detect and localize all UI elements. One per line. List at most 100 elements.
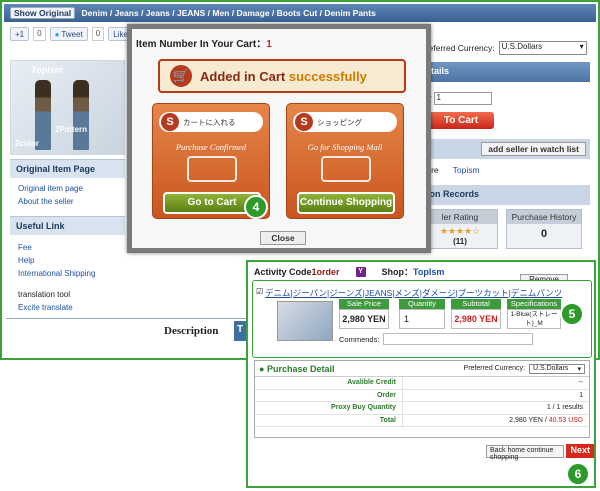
cart-icon: 🛒 bbox=[168, 63, 194, 89]
preferred-currency-label: Preferred Currency: bbox=[420, 43, 495, 53]
excite-translate-link[interactable]: Excite translate bbox=[10, 301, 125, 314]
about-seller-link[interactable]: About the seller bbox=[10, 195, 125, 208]
detail-key: Avalible Credit bbox=[255, 377, 403, 389]
cart-item-count: 1 bbox=[266, 39, 272, 50]
breadcrumb-path[interactable]: Denim / Jeans / Jeans / JEANS / Men / Da… bbox=[82, 8, 376, 18]
card-badge: S ショッピング bbox=[293, 112, 397, 132]
specifications-value: 1-Blue(ストレート)_M bbox=[507, 309, 561, 329]
original-item-page-link[interactable]: Original item page bbox=[10, 182, 125, 195]
dialog-title-text: Item Number In Your Cart： bbox=[136, 39, 267, 50]
international-shipping-link[interactable]: International Shipping bbox=[10, 267, 125, 280]
step-badge-6: 6 bbox=[566, 462, 590, 486]
comments-row: Commends: bbox=[339, 333, 534, 345]
transaction-records-bar: tion Records bbox=[420, 185, 590, 205]
quantity-input[interactable]: 1 bbox=[433, 91, 492, 105]
close-button[interactable]: Close bbox=[260, 231, 306, 245]
detail-currency-select[interactable]: U.S.Dollars ▾ bbox=[529, 363, 585, 374]
store-name-link[interactable]: Topism bbox=[453, 165, 480, 175]
subtotal-header: Subtotal bbox=[451, 299, 501, 309]
card-caption: Purchase Confirmed bbox=[175, 142, 247, 152]
added-success-ribbon: 🛒 Added in Cart successfully bbox=[158, 59, 406, 93]
check-circle-icon: ● bbox=[259, 363, 265, 374]
seller-rating-box: ler Rating ★★★★☆ (11) bbox=[422, 209, 498, 249]
detail-value: -- bbox=[578, 379, 583, 386]
detail-value: 2,980 YEN / 40.53 USD bbox=[403, 415, 589, 427]
specifications-header: Specifications bbox=[507, 299, 561, 309]
description-strip: Description T bbox=[6, 318, 286, 354]
detail-currency: Preferred Currency: U.S.Dollars ▾ bbox=[463, 363, 585, 374]
translation-tool-label: translation tool bbox=[18, 290, 71, 299]
tweet-button[interactable]: ● Tweet bbox=[49, 27, 88, 41]
activity-code-value: 1order bbox=[311, 266, 340, 277]
records-boxes: ler Rating ★★★★☆ (11) Purchase History 0 bbox=[420, 209, 590, 249]
seller-rating-header: ler Rating bbox=[423, 210, 497, 224]
quantity-row: tity 1 bbox=[420, 88, 590, 108]
shop-name-link[interactable]: TopIsm bbox=[413, 267, 444, 277]
purchase-history-value: 0 bbox=[540, 228, 548, 240]
product-image-brand: TopIsm bbox=[31, 65, 63, 75]
s-logo-icon: S bbox=[161, 113, 179, 131]
to-cart-button[interactable]: To Cart bbox=[428, 112, 494, 129]
card-badge: S カートに入れる bbox=[159, 112, 263, 132]
description-label: Description bbox=[164, 325, 219, 337]
purchase-detail-header: ● Purchase Detail Preferred Currency: U.… bbox=[255, 361, 589, 377]
currency-value: U.S.Dollars bbox=[501, 42, 543, 51]
left-column: TopIsm 2color 2Pattern Original Item Pag… bbox=[10, 60, 125, 314]
useful-link-header: Useful Link bbox=[10, 216, 125, 235]
social-bar: +1 0 ● Tweet 0 Like bbox=[10, 26, 133, 42]
back-home-button[interactable]: Back home continue shopping bbox=[486, 444, 565, 461]
seller-bar: o add seller in watch list bbox=[420, 139, 590, 159]
quantity-input[interactable]: 1 bbox=[399, 309, 445, 329]
comments-input[interactable] bbox=[383, 333, 534, 345]
next-button[interactable]: Next bbox=[566, 444, 594, 458]
breadcrumb: Show Original Denim / Jeans / Jeans / JE… bbox=[4, 4, 596, 22]
item-thumbnail[interactable] bbox=[277, 301, 333, 341]
model-figure bbox=[73, 80, 89, 150]
continue-shopping-button[interactable]: Continue Shopping bbox=[297, 192, 395, 214]
continue-shopping-card: S ショッピング Go for Shopping Mall Continue Sh… bbox=[286, 103, 404, 219]
cart-item: ☑ デニム|ジーパン|ジーンズ|JEANS|メンズ|ダメージ|ブーツカット|デニ… bbox=[252, 280, 592, 358]
tweet-count: 0 bbox=[91, 27, 105, 41]
dialog-title: Item Number In Your Cart：1 bbox=[136, 35, 272, 50]
cart-panel: Activity Code1order Y Shop：TopIsm Remove… bbox=[246, 260, 596, 488]
chevron-down-icon: ▾ bbox=[577, 365, 581, 373]
seller-rating-count: (11) bbox=[453, 237, 467, 246]
detail-key: Proxy Buy Quantity bbox=[255, 402, 403, 414]
ribbon-text-main: Added in Cart bbox=[200, 68, 289, 84]
detail-value: 1 bbox=[579, 391, 583, 399]
detail-currency-label: Preferred Currency: bbox=[463, 365, 525, 372]
detail-row: Order 1 bbox=[255, 389, 589, 402]
currency-row: Preferred Currency: U.S.Dollars ▾ bbox=[420, 40, 590, 56]
step-badge-4: 4 bbox=[244, 195, 268, 219]
shop-info: Shop：TopIsm bbox=[382, 265, 445, 278]
gplus-button[interactable]: +1 bbox=[10, 27, 30, 41]
shopping-bags-icon bbox=[321, 156, 371, 182]
total-usd: 40.53 USD bbox=[548, 416, 583, 424]
product-image[interactable]: TopIsm 2color 2Pattern bbox=[10, 60, 125, 155]
bottom-actions: Back home continue shopping Next bbox=[486, 444, 594, 461]
store-row: tore Topism bbox=[420, 159, 590, 181]
item-checkbox[interactable]: ☑ bbox=[256, 287, 263, 296]
purchase-detail-title: ● Purchase Detail bbox=[259, 364, 334, 374]
rating-stars-icon: ★★★★☆ bbox=[439, 226, 481, 236]
added-to-cart-dialog: Item Number In Your Cart：1 🛒 Added in Ca… bbox=[127, 24, 431, 253]
currency-select[interactable]: U.S.Dollars ▾ bbox=[498, 41, 587, 55]
add-seller-watchlist-button[interactable]: add seller in watch list bbox=[481, 142, 586, 156]
item-title-link[interactable]: デニム|ジーパン|ジーンズ|JEANS|メンズ|ダメージ|ブーツカット|デニムパ… bbox=[265, 287, 562, 299]
original-item-page-header: Original Item Page bbox=[10, 159, 125, 178]
fee-link[interactable]: Fee bbox=[10, 241, 125, 254]
detail-row: Avalible Credit -- bbox=[255, 377, 589, 390]
help-link[interactable]: Help bbox=[10, 254, 125, 267]
activity-code-label: Activity Code bbox=[254, 266, 312, 277]
sale-price-header: Sale Price bbox=[339, 299, 389, 309]
details-bar: etails bbox=[420, 62, 590, 82]
shop-y-icon: Y bbox=[355, 266, 366, 277]
show-original-button[interactable]: Show Original bbox=[10, 7, 76, 19]
product-image-pattern-text: 2Pattern bbox=[55, 125, 88, 134]
activity-code: Activity Code1order bbox=[254, 267, 340, 277]
detail-key: Total bbox=[255, 414, 403, 426]
step-badge-5: 5 bbox=[560, 302, 584, 326]
detail-currency-value: U.S.Dollars bbox=[533, 364, 569, 372]
card-badge-text: カートに入れる bbox=[183, 117, 236, 127]
detail-row: Proxy Buy Quantity 1 / 1 results bbox=[255, 402, 589, 415]
